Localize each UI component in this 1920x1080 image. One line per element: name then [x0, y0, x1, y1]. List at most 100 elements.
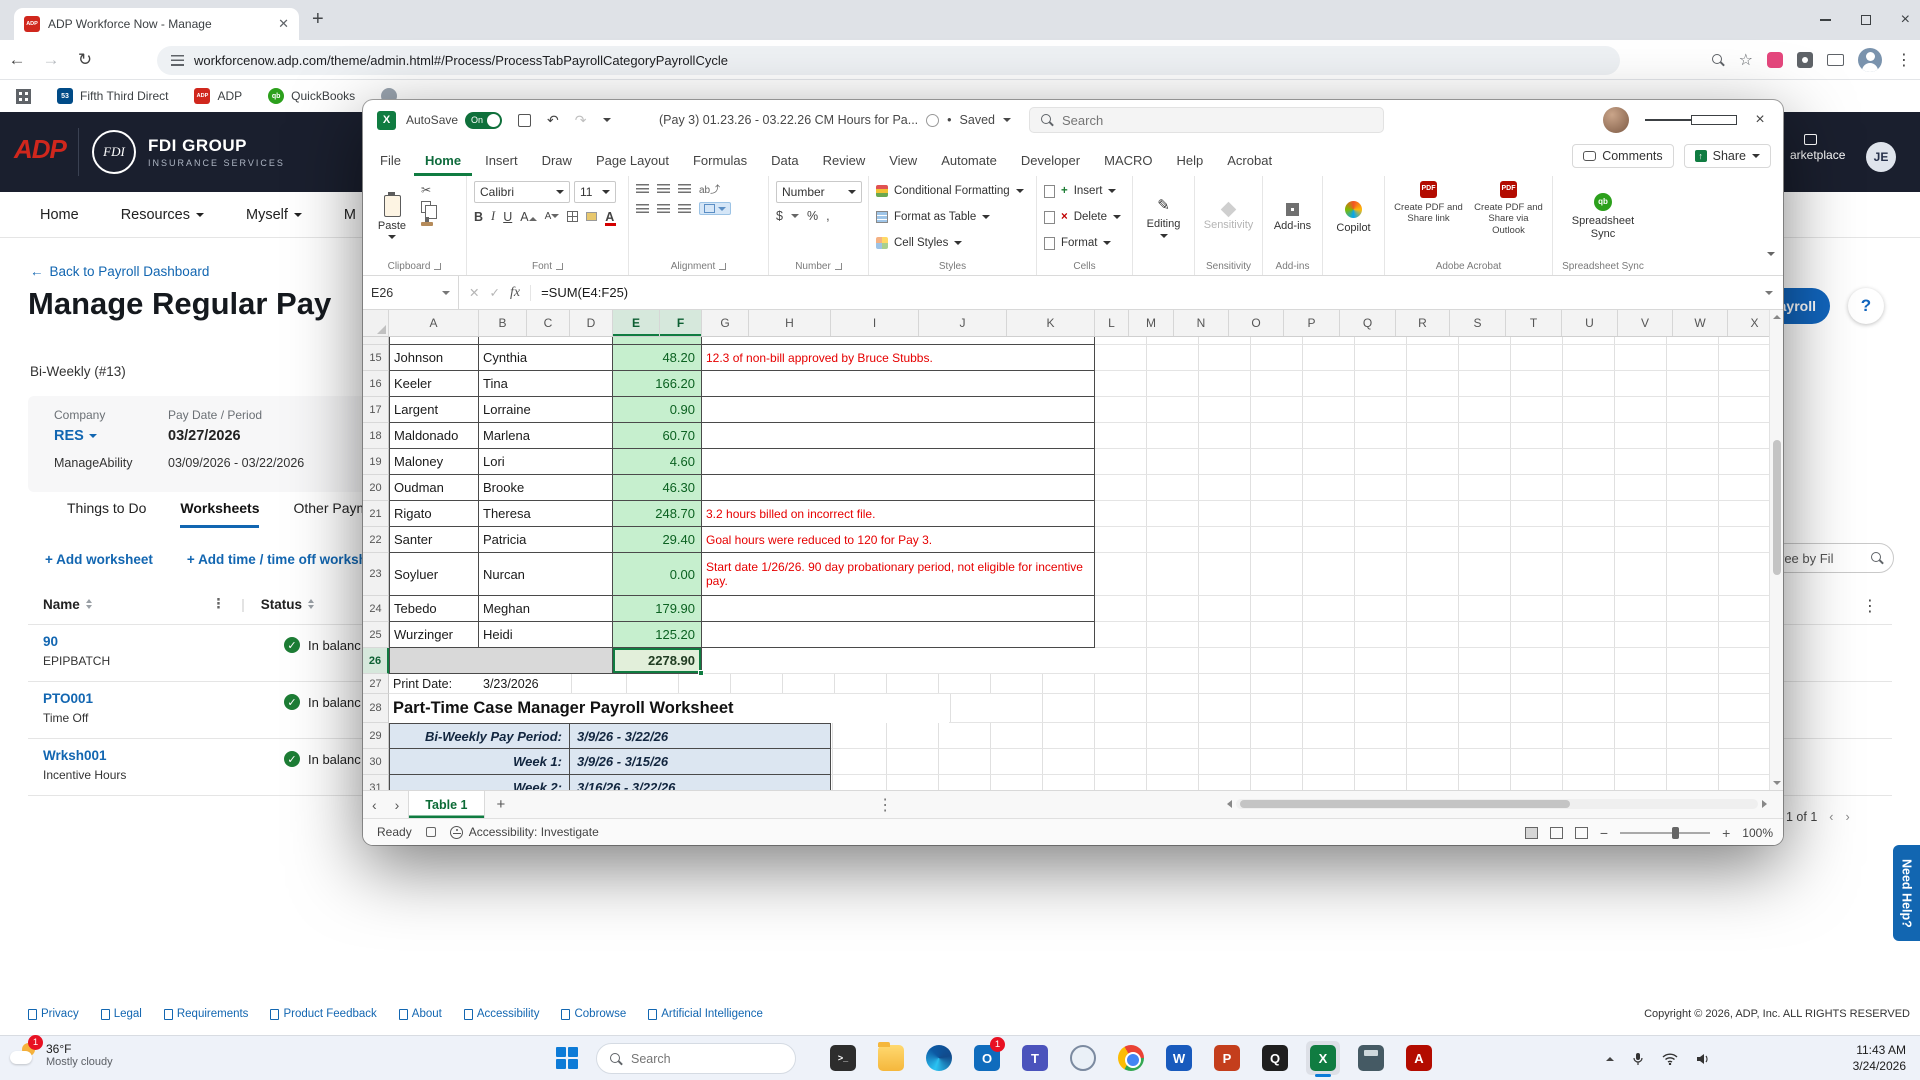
add-time-link[interactable]: + Add time / time off worksh: [187, 552, 367, 567]
acrobat-app-icon[interactable]: A: [1402, 1041, 1436, 1075]
extensions-puzzle-icon[interactable]: [1797, 52, 1813, 68]
cell-B15[interactable]: Cynthia: [479, 345, 613, 371]
sort-icon[interactable]: [308, 599, 314, 609]
cell-A17[interactable]: Largent: [389, 397, 479, 423]
enter-icon[interactable]: ✓: [489, 285, 499, 300]
cast-icon[interactable]: [1827, 54, 1844, 66]
ribbon-tab-draw[interactable]: Draw: [531, 145, 583, 176]
column-header-P[interactable]: P: [1284, 310, 1340, 336]
column-header-O[interactable]: O: [1229, 310, 1284, 336]
tab-close-icon[interactable]: ✕: [278, 16, 289, 32]
cell-G26[interactable]: [702, 648, 1095, 674]
cell-A30[interactable]: Week 1:: [389, 749, 570, 775]
underline-button[interactable]: U: [503, 210, 512, 224]
word-app-icon[interactable]: W: [1162, 1041, 1196, 1075]
editing-button[interactable]: ✎Editing: [1140, 181, 1187, 253]
cell-B25[interactable]: Heidi: [479, 622, 613, 648]
vertical-scrollbar[interactable]: [1769, 310, 1783, 790]
cut-icon[interactable]: ✂: [421, 184, 433, 196]
cell-B19[interactable]: Lori: [479, 449, 613, 475]
mic-icon[interactable]: [1632, 1052, 1644, 1066]
row-header-17[interactable]: 17: [363, 397, 389, 423]
cell-G17[interactable]: [702, 397, 1095, 423]
row-header-15[interactable]: 15: [363, 345, 389, 371]
cell-A29[interactable]: Bi-Weekly Pay Period:: [389, 723, 570, 749]
add-sheet-icon[interactable]: +: [485, 796, 518, 813]
row-header-28[interactable]: 28: [363, 694, 389, 723]
cell-G18[interactable]: [702, 423, 1095, 449]
format-painter-icon[interactable]: [421, 222, 433, 226]
ribbon-collapse-icon[interactable]: [1767, 252, 1775, 256]
cell-E18[interactable]: 60.70: [613, 423, 702, 449]
name-column-header[interactable]: Name: [43, 597, 80, 612]
cell-B18[interactable]: Marlena: [479, 423, 613, 449]
cell-E20[interactable]: 46.30: [613, 475, 702, 501]
cell-B27[interactable]: 3/23/2026: [479, 674, 570, 694]
ribbon-tab-developer[interactable]: Developer: [1010, 145, 1091, 176]
currency-button[interactable]: $: [776, 209, 783, 223]
cell-A25[interactable]: Wurzinger: [389, 622, 479, 648]
ribbon-tab-home[interactable]: Home: [414, 145, 472, 176]
url-bar[interactable]: workforcenow.adp.com/theme/admin.html#/P…: [157, 46, 1620, 75]
cell-E16[interactable]: 166.20: [613, 371, 702, 397]
worksheet-name-link[interactable]: 90: [43, 634, 58, 649]
zoom-slider[interactable]: [1620, 832, 1710, 834]
column-header-D[interactable]: D: [570, 310, 613, 336]
browser-menu-icon[interactable]: ⋮: [1896, 50, 1912, 70]
column-header-K[interactable]: K: [1007, 310, 1095, 336]
browser-app-icon[interactable]: [1066, 1041, 1100, 1075]
name-box[interactable]: E26: [363, 276, 459, 309]
row-header-19[interactable]: 19: [363, 449, 389, 475]
edge-app-icon[interactable]: [922, 1041, 956, 1075]
profile-photo[interactable]: [1603, 107, 1629, 133]
macro-record-icon[interactable]: [426, 827, 436, 837]
align-center-icon[interactable]: [657, 204, 670, 213]
worksheet-name-link[interactable]: Wrksh001: [43, 748, 107, 763]
cell-E22[interactable]: 29.40: [613, 527, 702, 553]
row-header-30[interactable]: 30: [363, 749, 389, 775]
align-bottom-icon[interactable]: [678, 184, 691, 193]
ribbon-tab-view[interactable]: View: [878, 145, 928, 176]
create-pdf-share-link-button[interactable]: PDFCreate PDF and Share link: [1392, 181, 1465, 253]
back-icon[interactable]: ←: [0, 50, 34, 70]
footer-link-cobrowse[interactable]: Cobrowse: [561, 1008, 626, 1020]
align-top-icon[interactable]: [636, 184, 649, 193]
cell-E24[interactable]: 179.90: [613, 596, 702, 622]
weather-widget[interactable]: 1 36°FMostly cloudy: [10, 1041, 113, 1069]
row-header-23[interactable]: 23: [363, 553, 389, 596]
need-help-button[interactable]: Need Help?: [1893, 845, 1920, 941]
accessibility-status[interactable]: Accessibility: Investigate: [469, 825, 599, 839]
sort-icon[interactable]: [86, 599, 92, 609]
scrollbar-thumb[interactable]: [1773, 440, 1781, 575]
column-header-H[interactable]: H: [749, 310, 831, 336]
column-header-R[interactable]: R: [1396, 310, 1450, 336]
excel-search-box[interactable]: [1029, 107, 1384, 133]
cell-B23[interactable]: Nurcan: [479, 553, 613, 596]
excel-app-icon[interactable]: X: [1306, 1041, 1340, 1075]
worksheet-name-link[interactable]: PTO001: [43, 691, 93, 706]
orientation-icon[interactable]: ab⤴: [699, 181, 720, 196]
delete-cells-button[interactable]: ×Delete: [1044, 207, 1121, 227]
font-name-select[interactable]: Calibri: [474, 181, 570, 203]
extension-icon[interactable]: [1767, 52, 1783, 68]
ribbon-tab-page-layout[interactable]: Page Layout: [585, 145, 680, 176]
cell-D31[interactable]: 3/16/26 - 3/22/26: [570, 775, 831, 790]
cell-styles-button[interactable]: Cell Styles: [876, 233, 1024, 253]
copilot-button[interactable]: Copilot: [1330, 181, 1377, 253]
copy-icon[interactable]: [421, 201, 431, 213]
align-middle-icon[interactable]: [657, 184, 670, 193]
comments-button[interactable]: Comments: [1572, 144, 1673, 168]
column-kebab-icon[interactable]: ⋮: [212, 596, 226, 612]
cell-E15[interactable]: 48.20: [613, 345, 702, 371]
row-header-27[interactable]: 27: [363, 674, 389, 694]
hidden-icons-icon[interactable]: [1606, 1057, 1614, 1061]
font-size-select[interactable]: 11: [574, 181, 616, 203]
column-header-W[interactable]: W: [1673, 310, 1728, 336]
column-header-S[interactable]: S: [1450, 310, 1506, 336]
bookmark-item[interactable]: qbQuickBooks: [268, 88, 355, 104]
column-header-Q[interactable]: Q: [1340, 310, 1396, 336]
footer-link-legal[interactable]: Legal: [101, 1008, 142, 1020]
ribbon-tab-file[interactable]: File: [369, 145, 412, 176]
cell-E23[interactable]: 0.00: [613, 553, 702, 596]
ribbon-tab-automate[interactable]: Automate: [930, 145, 1008, 176]
